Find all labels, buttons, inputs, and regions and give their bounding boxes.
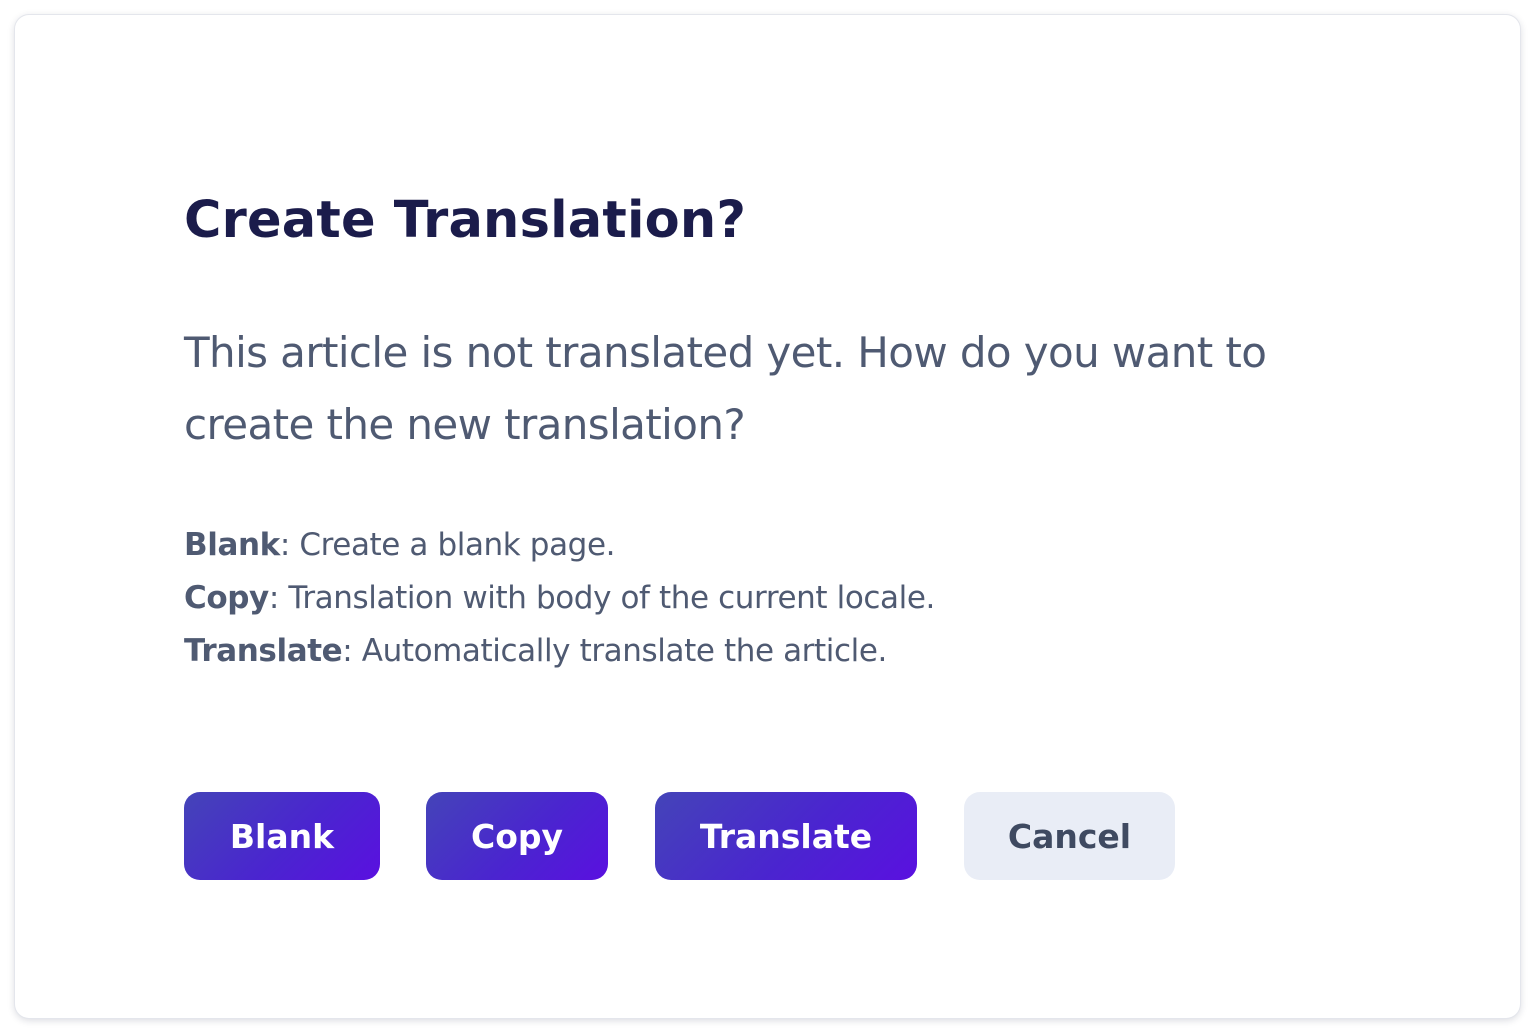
blank-button[interactable]: Blank bbox=[184, 792, 380, 880]
option-copy-description: Copy: Translation with body of the curre… bbox=[184, 572, 935, 625]
option-name: Translate bbox=[184, 633, 343, 669]
option-description: : Translation with body of the current l… bbox=[268, 580, 936, 616]
translate-button[interactable]: Translate bbox=[655, 792, 917, 880]
create-translation-dialog: Create Translation? This article is not … bbox=[15, 15, 1520, 1018]
option-translate-description: Translate: Automatically translate the a… bbox=[184, 625, 935, 678]
dialog-title: Create Translation? bbox=[184, 191, 747, 250]
option-blank-description: Blank: Create a blank page. bbox=[184, 519, 935, 572]
copy-button[interactable]: Copy bbox=[426, 792, 608, 880]
option-description: : Automatically translate the article. bbox=[342, 633, 887, 669]
option-name: Copy bbox=[184, 580, 269, 616]
option-descriptions: Blank: Create a blank page. Copy: Transl… bbox=[184, 519, 935, 678]
option-name: Blank bbox=[184, 527, 280, 563]
cancel-button[interactable]: Cancel bbox=[964, 792, 1175, 880]
dialog-message: This article is not translated yet. How … bbox=[184, 328, 1267, 449]
option-description: : Create a blank page. bbox=[279, 527, 616, 563]
